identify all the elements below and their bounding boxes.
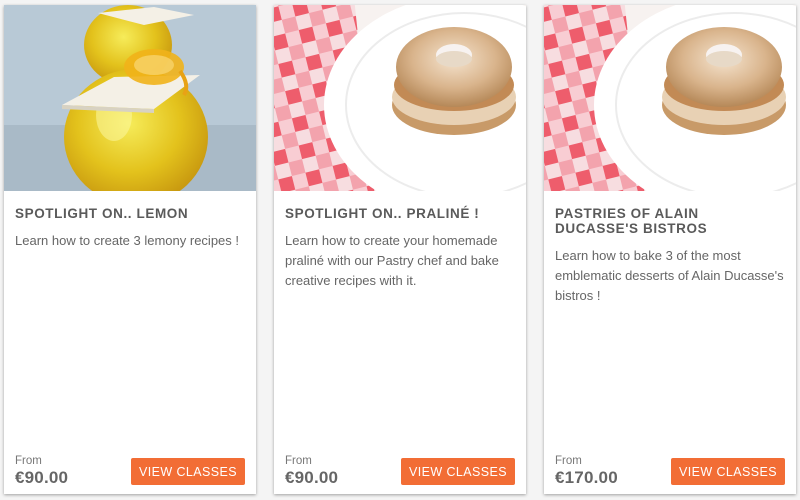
view-classes-button[interactable]: VIEW CLASSES bbox=[671, 458, 785, 485]
view-classes-button[interactable]: VIEW CLASSES bbox=[401, 458, 515, 485]
card-title: PASTRIES OF ALAIN DUCASSE'S BISTROS bbox=[555, 206, 708, 236]
price-value: €90.00 bbox=[15, 468, 69, 487]
price-from-label: From bbox=[15, 455, 42, 467]
class-card: SPOTLIGHT ON.. PRALINÉ ! Learn how to cr… bbox=[274, 5, 526, 494]
price-from-label: From bbox=[285, 455, 312, 467]
class-card: SPOTLIGHT ON.. LEMON Learn how to create… bbox=[4, 5, 256, 494]
lemon-dessert-image[interactable] bbox=[4, 5, 256, 191]
card-description: Learn how to create 3 lemony recipes ! bbox=[15, 233, 240, 248]
card-title: SPOTLIGHT ON.. PRALINÉ ! bbox=[285, 206, 480, 221]
price-from-label: From bbox=[555, 455, 582, 467]
price-value: €170.00 bbox=[555, 468, 618, 487]
view-classes-button[interactable]: VIEW CLASSES bbox=[131, 458, 245, 485]
price-value: €90.00 bbox=[285, 468, 339, 487]
class-card: PASTRIES OF ALAIN DUCASSE'S BISTROS Lear… bbox=[544, 5, 796, 494]
card-description: Learn how to create your homemade pralin… bbox=[285, 233, 499, 288]
paris-brest-image[interactable] bbox=[274, 5, 526, 191]
card-title: SPOTLIGHT ON.. LEMON bbox=[15, 206, 189, 221]
card-description: Learn how to bake 3 of the most emblemat… bbox=[555, 248, 784, 303]
paris-brest-image[interactable] bbox=[544, 5, 796, 191]
